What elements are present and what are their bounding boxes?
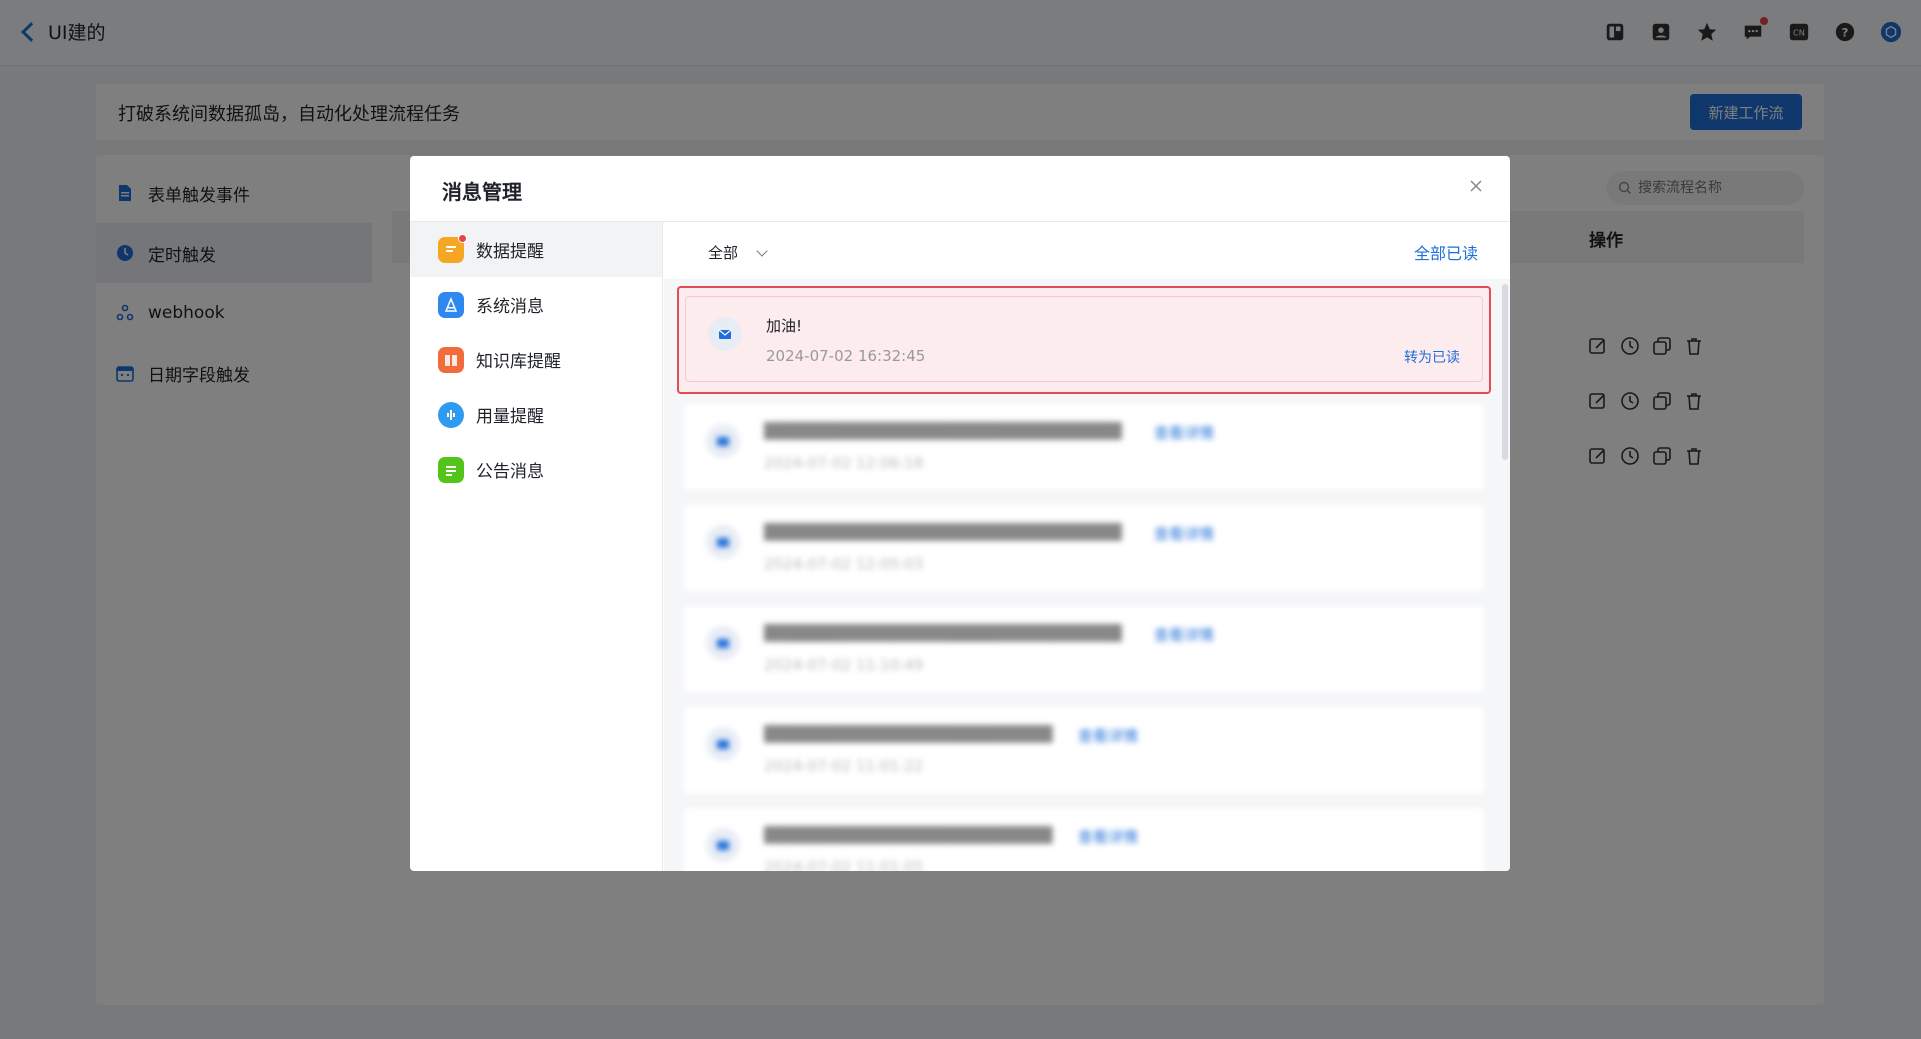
list-item[interactable]: █████████████████████████ 查看详情 2024-07-0…: [684, 707, 1484, 793]
filter-bar: 全部 全部已读: [664, 222, 1510, 279]
chevron-down-icon: [756, 244, 768, 257]
category-label: 公告消息: [476, 462, 544, 482]
category-label: 系统消息: [476, 297, 544, 317]
mark-all-read-button[interactable]: 全部已读: [1414, 240, 1478, 264]
close-icon[interactable]: [1468, 178, 1488, 198]
announcement-icon: [438, 456, 464, 483]
message-text: ███████████████████████████████: [764, 422, 1122, 440]
message-categories: 数据提醒 系统消息 知识库提醒 用量提醒 公告消息: [410, 222, 663, 871]
list-item[interactable]: ███████████████████████████████ 查看详情 202…: [684, 505, 1484, 591]
message-icon: [706, 828, 740, 862]
unread-dot: [458, 233, 467, 243]
list-item[interactable]: ███████████████████████████████ 查看详情 202…: [684, 404, 1484, 490]
message-time: 2024-07-02 11:01:22: [764, 757, 924, 775]
system-message-icon: [438, 291, 464, 318]
message-time: 2024-07-02 11:01:05: [764, 858, 924, 871]
scrollbar[interactable]: [1502, 284, 1508, 460]
details-link[interactable]: 查看详情: [1154, 523, 1214, 544]
book-icon: [438, 346, 464, 373]
category-usage-reminder[interactable]: 用量提醒: [410, 387, 662, 442]
message-icon: [706, 525, 740, 559]
category-data-reminder[interactable]: 数据提醒: [410, 222, 662, 277]
message-text: █████████████████████████: [764, 826, 1053, 844]
modal-title: 消息管理: [442, 180, 522, 204]
list-item[interactable]: 加油! 2024-07-02 16:32:45 转为已读: [677, 286, 1491, 394]
message-list: 全部 全部已读 加油! 2024-07-02 16:32:45 转为已读 ███…: [664, 222, 1510, 871]
list-item[interactable]: █████████████████████████ 查看详情 2024-07-0…: [684, 808, 1484, 871]
message-time: 2024-07-02 11:10:49: [764, 656, 924, 674]
message-text: ███████████████████████████████: [764, 624, 1122, 642]
details-link[interactable]: 查看详情: [1154, 624, 1214, 645]
message-icon: [706, 424, 740, 458]
message-text: █████████████████████████: [764, 725, 1053, 743]
filter-select[interactable]: 全部: [708, 242, 768, 263]
category-announcement[interactable]: 公告消息: [410, 442, 662, 497]
category-knowledge-reminder[interactable]: 知识库提醒: [410, 332, 662, 387]
modal-header: 消息管理: [410, 156, 1510, 222]
message-time: 2024-07-02 12:06:18: [764, 454, 924, 472]
message-icon: [706, 626, 740, 660]
filter-value: 全部: [708, 244, 739, 262]
message-text: 加油!: [766, 317, 803, 335]
message-management-modal: 消息管理 数据提醒 系统消息 知识库提醒 用量提醒 公告消息 全部 全部已读 加…: [410, 156, 1510, 871]
category-label: 数据提醒: [476, 242, 544, 262]
list-item[interactable]: ███████████████████████████████ 查看详情 202…: [684, 606, 1484, 692]
message-time: 2024-07-02 12:05:03: [764, 555, 924, 573]
data-reminder-icon: [438, 233, 467, 263]
details-link[interactable]: 查看详情: [1154, 422, 1214, 443]
message-icon: [706, 727, 740, 761]
category-label: 知识库提醒: [476, 352, 561, 372]
message-time: 2024-07-02 16:32:45: [766, 347, 926, 365]
message-icon: [708, 317, 742, 351]
category-label: 用量提醒: [476, 407, 544, 427]
message-text: ███████████████████████████████: [764, 523, 1122, 541]
details-link[interactable]: 查看详情: [1078, 725, 1138, 746]
usage-icon: [438, 401, 464, 428]
details-link[interactable]: 查看详情: [1078, 826, 1138, 847]
category-system-message[interactable]: 系统消息: [410, 277, 662, 332]
mark-read-button[interactable]: 转为已读: [1404, 347, 1460, 367]
